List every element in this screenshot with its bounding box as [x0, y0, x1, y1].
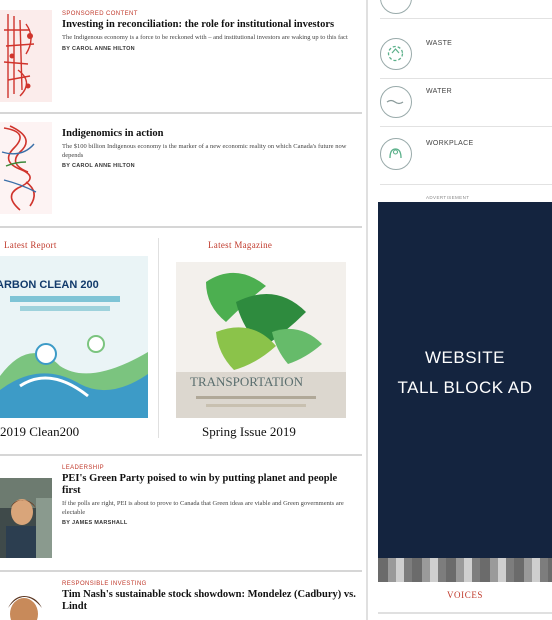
article-kicker: Leadership	[62, 465, 105, 471]
article-item[interactable]: Sponsored content Investing in reconcili…	[0, 10, 362, 102]
report-cover-title: ARBON CLEAN 200	[0, 279, 99, 291]
article-byline[interactable]: By Carol Anne Hilton	[62, 163, 358, 169]
article-item[interactable]: Responsible investing Tim Nash's sustain…	[0, 580, 362, 620]
article-byline[interactable]: By James Marshall	[62, 520, 358, 526]
voices-section-label[interactable]: VOICES	[378, 590, 552, 600]
column-divider	[366, 0, 368, 620]
latest-magazine-caption[interactable]: Spring Issue 2019	[202, 424, 296, 440]
article-thumbnail[interactable]	[0, 10, 52, 102]
divider	[0, 112, 362, 114]
tall-block-ad[interactable]: WEBSITE TALL BLOCK AD	[378, 202, 552, 558]
ad-text-line2: TALL BLOCK AD	[397, 378, 533, 397]
recycle-icon	[380, 38, 412, 70]
article-thumbnail[interactable]	[0, 584, 52, 620]
article-title[interactable]: Tim Nash's sustainable stock showdown: M…	[62, 589, 358, 613]
article-byline[interactable]: By Carol Anne Hilton	[62, 46, 358, 52]
main-content-column: Sponsored content Investing in reconcili…	[0, 0, 362, 620]
advertisement-label: ADVERTISEMENT	[426, 195, 470, 200]
topic-label: WATER	[426, 88, 452, 95]
article-item[interactable]: Indigenomics in action The $100 billion …	[0, 122, 362, 214]
article-title[interactable]: PEI's Green Party poised to win by putti…	[62, 473, 358, 497]
article-thumbnail[interactable]	[0, 122, 52, 214]
topic-separator	[380, 78, 552, 79]
magazine-cover-title: TRANSPORTATION	[190, 374, 304, 389]
article-kicker: Responsible investing	[62, 581, 147, 587]
article-kicker: Sponsored content	[62, 11, 138, 17]
topic-item-water[interactable]: WATER	[380, 80, 552, 124]
topic-item-waste[interactable]: WASTE	[380, 32, 552, 76]
sidebar-column: WASTE WATER WORKPLACE ADVERTISEMENT WEBS…	[370, 0, 552, 620]
divider	[378, 612, 552, 614]
section-divider	[158, 238, 159, 438]
topic-item-workplace[interactable]: WORKPLACE	[380, 132, 552, 176]
topic-separator	[380, 184, 552, 185]
article-description: The $100 billion Indigenous economy is t…	[62, 143, 347, 159]
latest-magazine-label[interactable]: Latest Magazine	[208, 240, 272, 250]
ad-text-line1: WEBSITE	[424, 348, 505, 367]
divider	[0, 226, 362, 228]
topic-separator	[380, 18, 552, 19]
workplace-icon	[380, 138, 412, 170]
divider	[0, 570, 362, 572]
article-title[interactable]: Investing in reconciliation: the role fo…	[62, 19, 358, 31]
topic-label: WASTE	[426, 40, 453, 47]
latest-magazine-cover[interactable]: TRANSPORTATION	[176, 262, 346, 418]
article-title[interactable]: Indigenomics in action	[62, 128, 358, 140]
article-description: The Indigenous economy is a force to be …	[62, 34, 348, 41]
photo-strip	[378, 558, 552, 582]
latest-report-label[interactable]: Latest Report	[4, 240, 57, 250]
article-description: If the polls are right, PEI is about to …	[62, 500, 344, 516]
topic-label: WORKPLACE	[426, 140, 474, 147]
latest-report-cover[interactable]: ARBON CLEAN 200	[0, 256, 148, 418]
water-icon	[380, 86, 412, 118]
topic-item-partial[interactable]	[380, 0, 412, 14]
article-thumbnail[interactable]	[0, 478, 52, 558]
article-item[interactable]: Leadership PEI's Green Party poised to w…	[0, 464, 362, 564]
latest-report-caption[interactable]: 2019 Clean200	[0, 424, 79, 440]
topic-separator	[380, 126, 552, 127]
divider	[0, 454, 362, 456]
